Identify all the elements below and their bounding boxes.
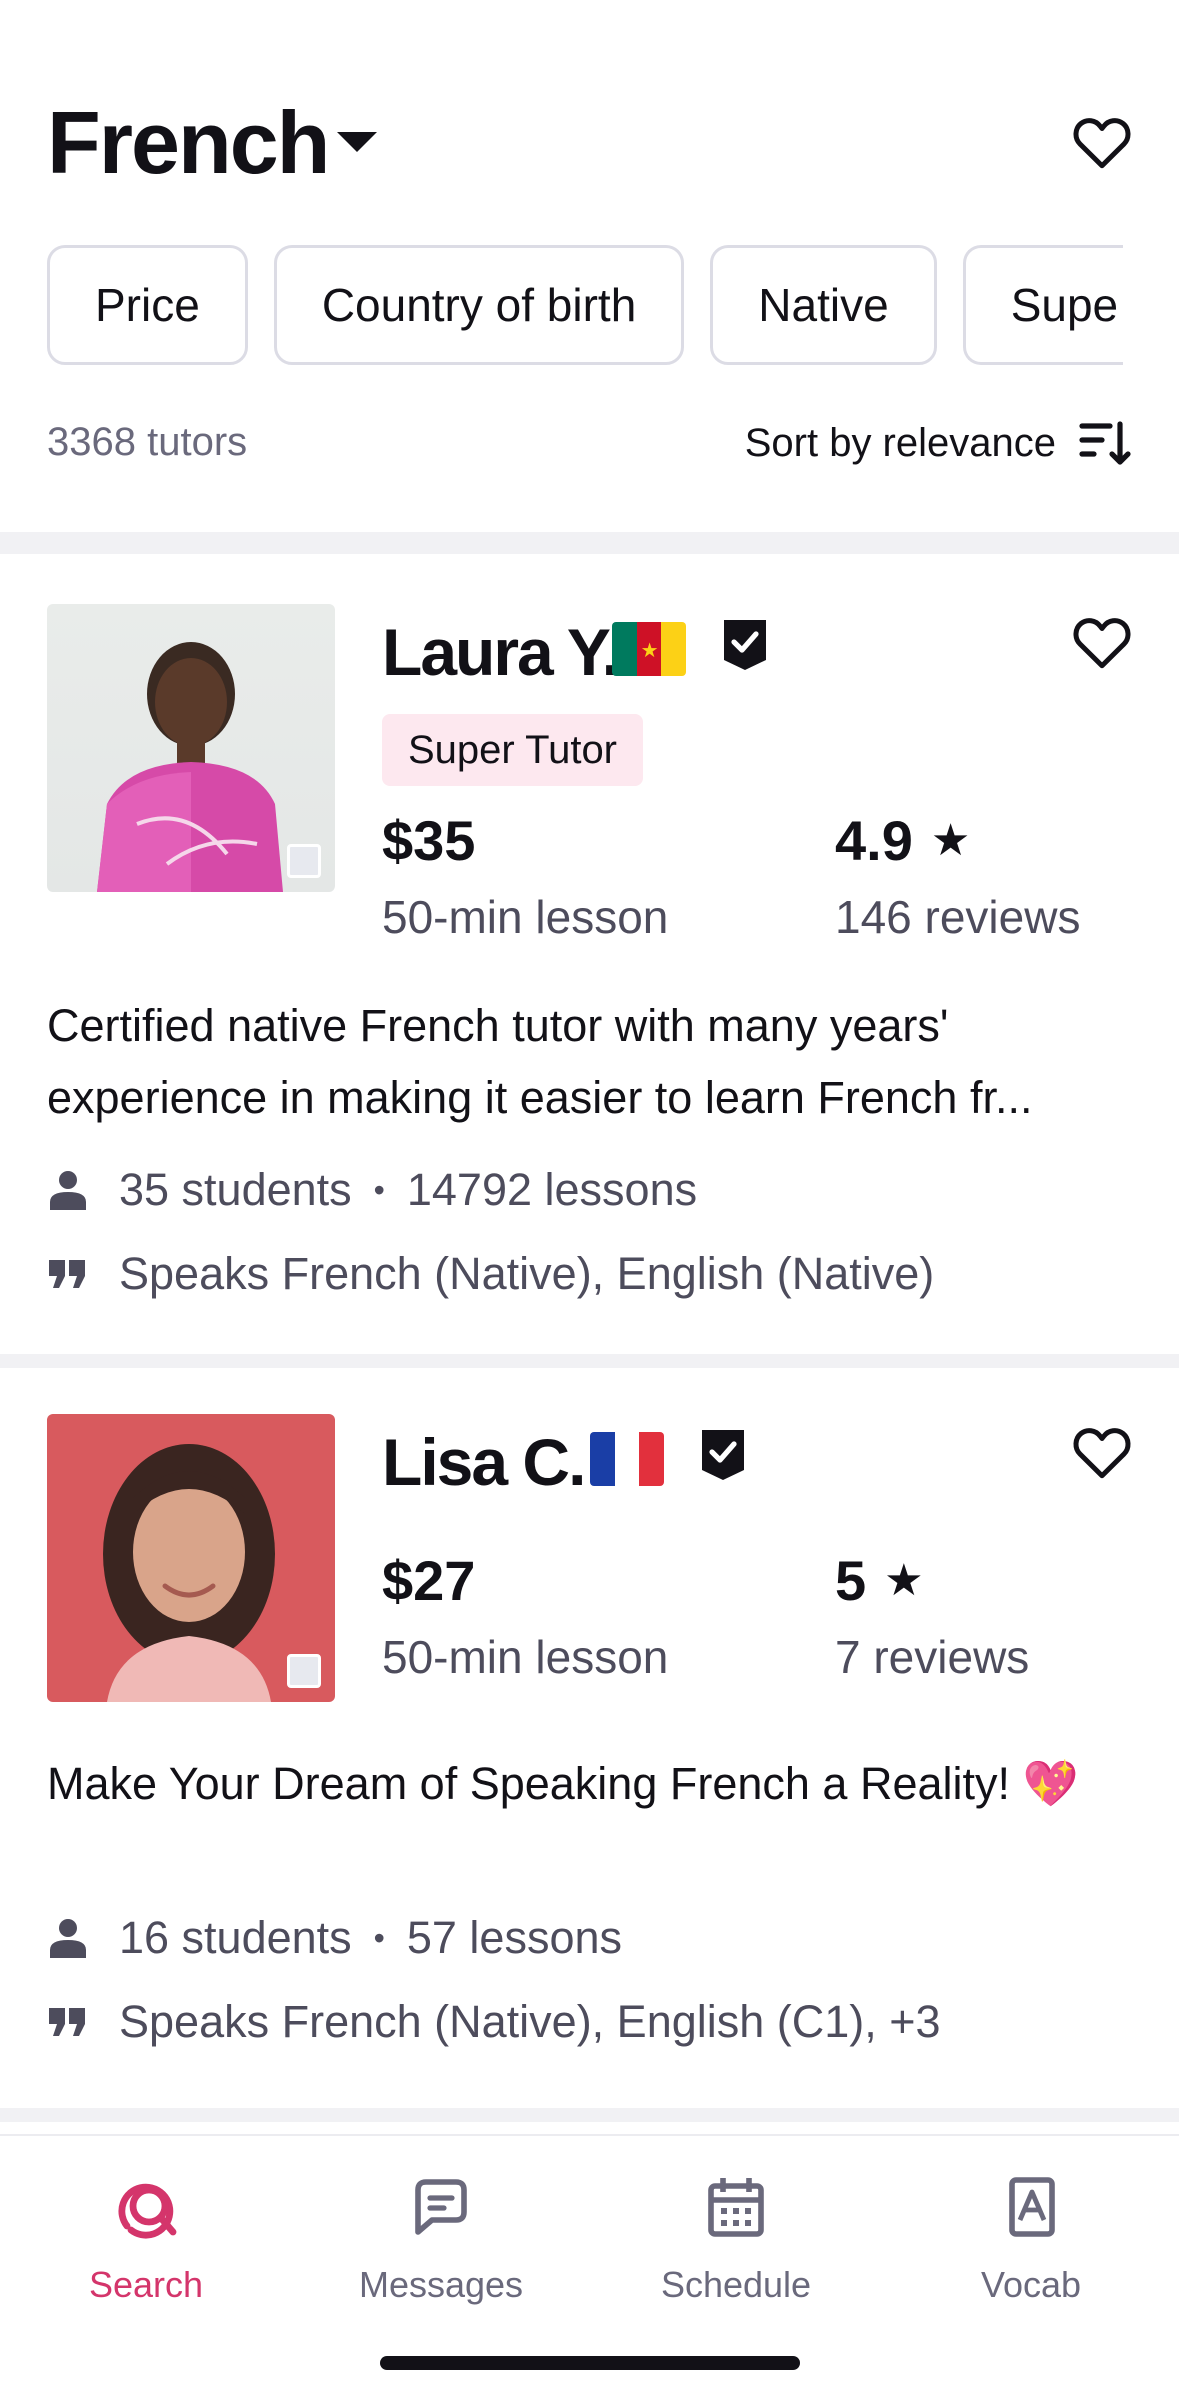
section-divider [0,2108,1179,2122]
tab-label: Vocab [980,2264,1082,2305]
person-icon [47,1917,89,1959]
verified-badge-icon [724,620,766,670]
filter-chip-price[interactable]: Price [47,245,248,365]
tutor-search-screen: French Price Country of birth Native Sup… [0,0,1179,2396]
filter-bar: Price Country of birth Native Supe [47,245,1123,365]
rating-value: 5 [835,1549,867,1612]
student-count: 16 students [119,1912,352,1963]
filter-chip-country-of-birth[interactable]: Country of birth [273,245,685,365]
tutor-photo[interactable] [47,1414,335,1702]
tutor-count: 3368 tutors [47,420,248,464]
calendar-icon [708,2178,764,2237]
students-lessons-row: 16 students • 57 lessons [47,1912,622,1964]
super-tutor-badge: Super Tutor [382,714,644,786]
tutor-name[interactable]: Laura Y. [382,614,620,690]
tutor-photo[interactable] [47,604,335,892]
france-flag-icon [590,1432,664,1486]
select-checkbox[interactable] [287,1654,321,1688]
languages-spoken: Speaks French (Native), English (Native) [119,1248,935,1299]
person-icon [47,1169,89,1211]
sort-label: Sort by relevance [744,420,1056,465]
lesson-count: 14792 lessons [406,1164,698,1215]
tutor-card[interactable]: Lisa C. $27 50-min lesson 5 ★ 7 reviews … [0,1368,1179,2108]
heart-icon[interactable] [1072,614,1132,670]
tutor-price: $27 [382,1549,476,1612]
separator-dot: • [373,1171,385,1208]
heart-icon[interactable] [1072,1424,1132,1480]
caret-down-icon[interactable] [337,132,377,152]
lesson-length: 50-min lesson [382,1631,669,1683]
filter-chip-native[interactable]: Native [710,245,937,365]
vocab-icon [1009,2177,1055,2237]
tab-schedule[interactable]: Schedule [636,2172,836,2306]
students-lessons-row: 35 students • 14792 lessons [47,1164,697,1216]
star-icon: ★ [930,816,971,865]
quote-icon [47,2001,89,2043]
tutor-price: $35 [382,809,476,872]
home-indicator[interactable] [380,2356,800,2370]
separator-dot: • [373,1919,385,1956]
verified-badge-icon [702,1430,744,1480]
tutor-rating: 4.9 ★ [835,808,970,873]
languages-row: Speaks French (Native), English (C1), +3 [47,1996,941,2048]
section-divider [0,532,1179,554]
language-title[interactable]: French [47,88,330,198]
student-count: 35 students [119,1164,352,1215]
header: French [47,88,1132,198]
lesson-length: 50-min lesson [382,891,669,943]
messages-icon [415,2179,467,2235]
section-divider [0,1354,1179,1368]
sort-icon [1079,421,1131,465]
tab-search[interactable]: Search [46,2172,246,2306]
tab-messages[interactable]: Messages [341,2172,541,2306]
cameroon-flag-icon: ★ [612,622,686,676]
sort-button[interactable]: Sort by relevance [745,418,1132,468]
languages-row: Speaks French (Native), English (Native) [47,1248,934,1300]
tab-vocab[interactable]: Vocab [931,2172,1131,2306]
tutor-card[interactable]: Laura Y. ★ Super Tutor $35 50-min lesson… [0,554,1179,1354]
review-count: 146 reviews [835,891,1081,943]
tab-label: Search [88,2264,204,2305]
star-icon: ★ [884,1556,924,1605]
languages-spoken: Speaks French (Native), English (C1), +3 [119,1996,941,2047]
select-checkbox[interactable] [287,844,321,878]
search-icon [118,2183,177,2239]
tutor-headline[interactable]: Certified native French tutor with many … [47,990,1132,1134]
review-count: 7 reviews [835,1631,1030,1683]
tab-label: Schedule [660,2264,812,2305]
filter-chip-super-tutor[interactable]: Supe [962,245,1123,365]
lesson-count: 57 lessons [406,1912,623,1963]
tutor-rating: 5 ★ [835,1548,924,1613]
tutor-headline[interactable]: Make Your Dream of Speaking French a Rea… [47,1748,1132,1820]
heart-icon[interactable] [1072,114,1132,170]
rating-value: 4.9 [835,809,913,872]
tutor-name[interactable]: Lisa C. [382,1424,586,1500]
tab-label: Messages [358,2264,524,2305]
quote-icon [47,1253,89,1295]
